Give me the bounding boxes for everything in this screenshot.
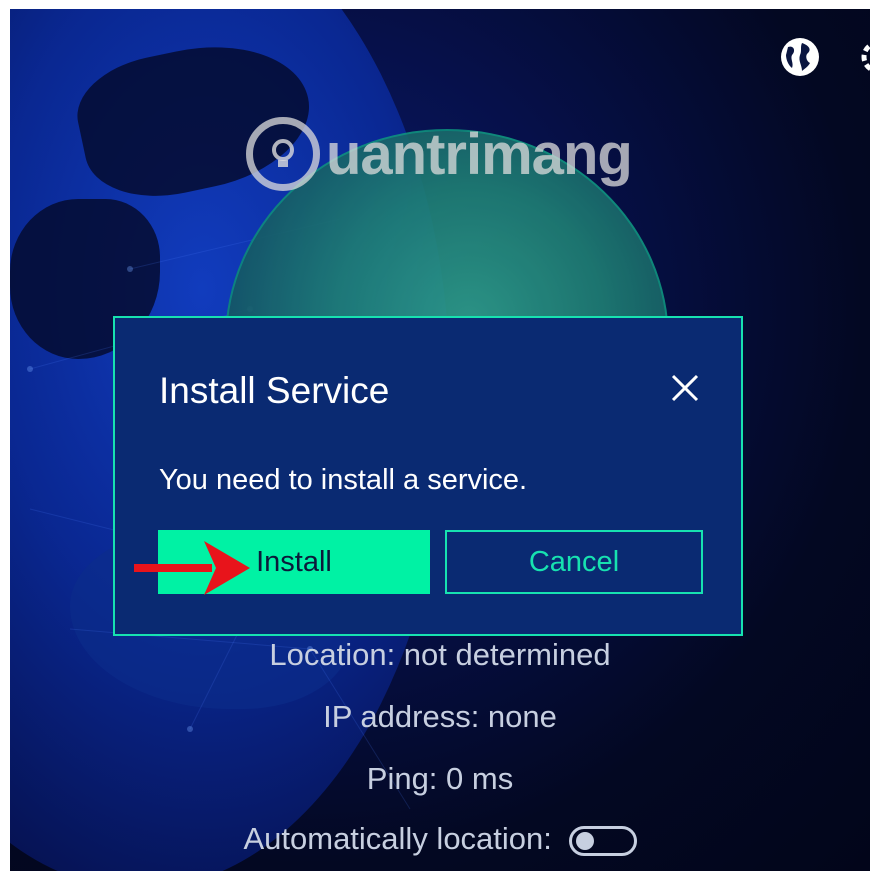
watermark: uantrimang: [246, 117, 633, 191]
globe-icon[interactable]: [778, 35, 822, 79]
lightbulb-icon: [246, 117, 320, 191]
red-arrow-annotation: [134, 541, 250, 595]
toggle-knob: [575, 831, 594, 850]
close-icon[interactable]: [665, 368, 705, 408]
settings-icon[interactable]: [856, 35, 870, 79]
watermark-text: uantrimang: [326, 121, 633, 187]
dialog-title: Install Service: [159, 370, 390, 411]
auto-location-row: Automatically location:: [10, 821, 870, 857]
app-window: uantrimang Location: not determined IP a…: [10, 9, 870, 871]
cancel-button[interactable]: Cancel: [445, 530, 703, 594]
auto-location-toggle[interactable]: [568, 825, 637, 856]
dialog-message: You need to install a service.: [159, 464, 528, 496]
ping-text: Ping: 0 ms: [366, 761, 514, 796]
location-text: Location: not determined: [269, 637, 611, 672]
auto-location-label: Automatically location:: [243, 821, 552, 856]
ip-address-text: IP address: none: [323, 699, 557, 734]
